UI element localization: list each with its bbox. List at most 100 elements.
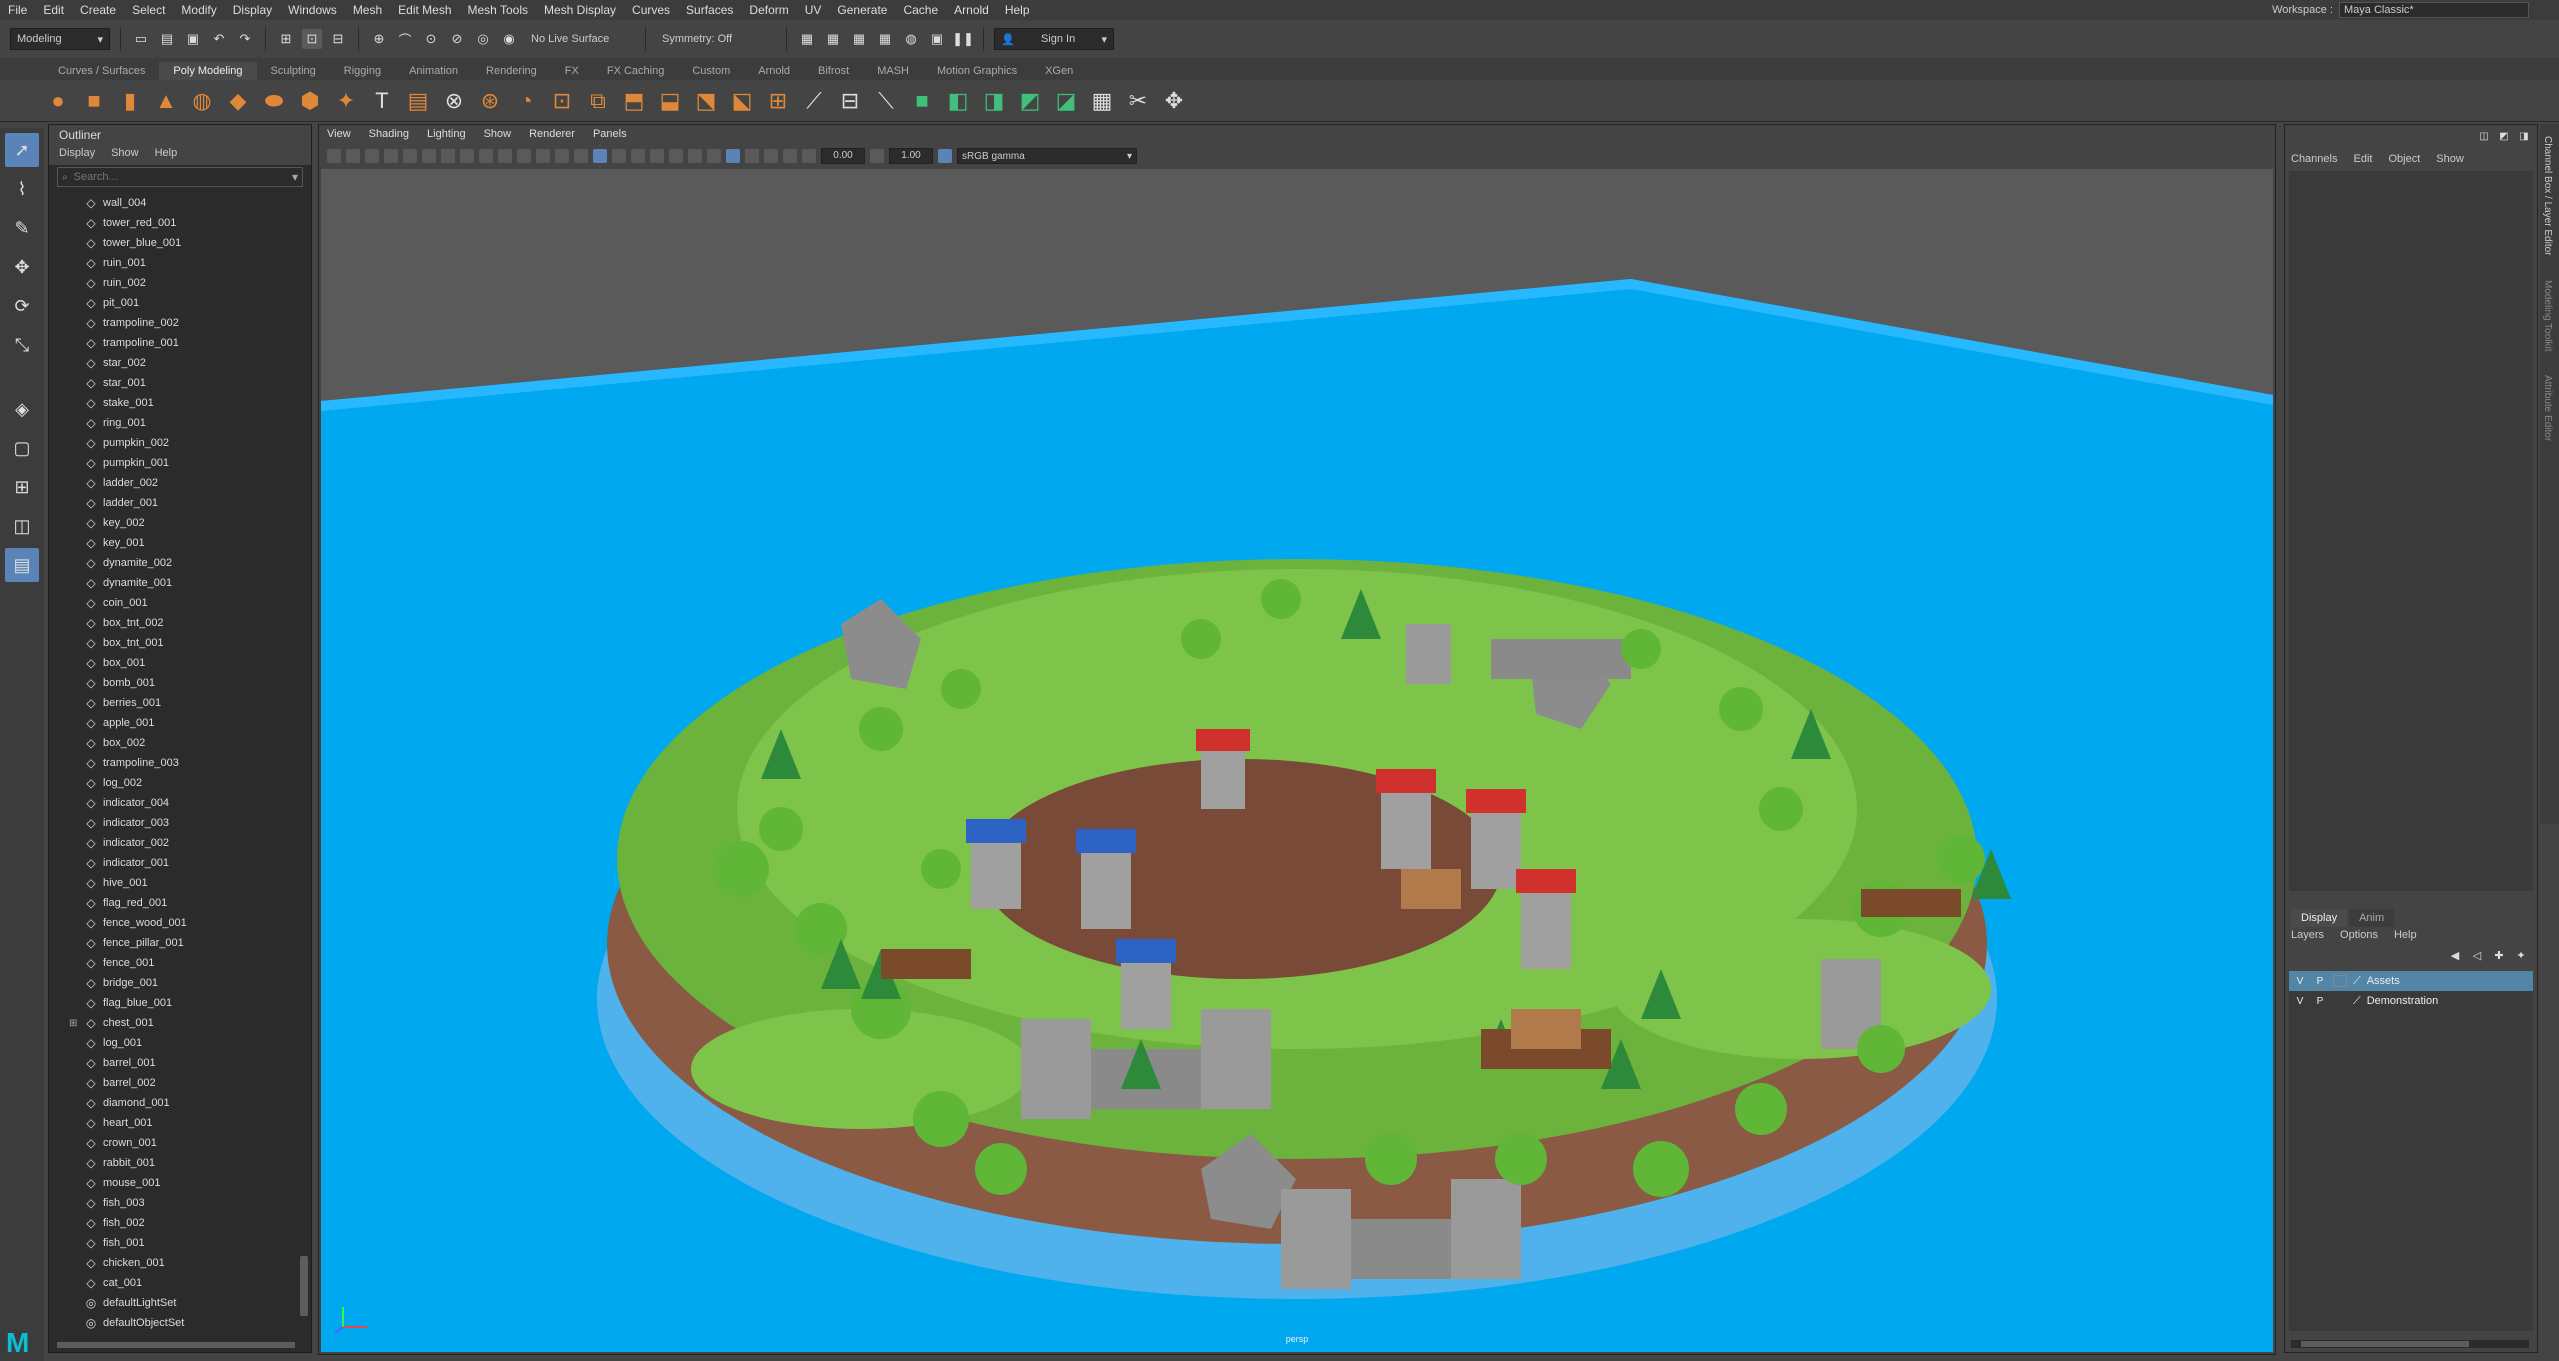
poly-plane-icon[interactable]: ◆ [224, 87, 252, 115]
render-settings-icon[interactable]: ▦ [875, 29, 895, 49]
tab-animation[interactable]: Animation [395, 62, 472, 80]
outliner-item[interactable]: ◇ rabbit_001 [49, 1153, 297, 1173]
tab-sculpting[interactable]: Sculpting [257, 62, 330, 80]
layer-color-swatch[interactable] [2333, 995, 2347, 1007]
menu-surfaces[interactable]: Surfaces [678, 3, 741, 17]
outliner-item[interactable]: ◇ berries_001 [49, 693, 297, 713]
viewport-menu-view[interactable]: View [327, 128, 351, 142]
spherical-uv-icon[interactable]: ◨ [980, 87, 1008, 115]
layer-menu-layers[interactable]: Layers [2291, 929, 2324, 941]
outliner-item[interactable]: ◇ pit_001 [49, 293, 297, 313]
save-scene-icon[interactable]: ▣ [183, 29, 203, 49]
insert-edge-loop-icon[interactable]: ⊟ [836, 87, 864, 115]
move-tool-icon[interactable]: ✥ [5, 250, 39, 284]
outliner-item[interactable]: ◇ pumpkin_002 [49, 433, 297, 453]
outliner-item[interactable]: ◇ key_002 [49, 513, 297, 533]
snap-curve-icon[interactable]: ⌒ [395, 29, 415, 49]
menu-edit[interactable]: Edit [35, 3, 72, 17]
menu-windows[interactable]: Windows [280, 3, 345, 17]
pause-icon[interactable]: ❚❚ [952, 29, 974, 49]
edit-layer-icon[interactable]: ⟋ [2353, 995, 2361, 1008]
channelbox-menu-channels[interactable]: Channels [2291, 153, 2337, 165]
2d-pan-zoom-icon[interactable] [403, 149, 417, 163]
append-polygon-icon[interactable]: ⊞ [764, 87, 792, 115]
layer-horizontal-scrollbar[interactable] [2291, 1340, 2529, 1348]
image-plane-icon[interactable] [384, 149, 398, 163]
tab-fx[interactable]: FX [551, 62, 593, 80]
poly-disc-icon[interactable]: ⬬ [260, 87, 288, 115]
expand-icon[interactable]: ⊞ [69, 1018, 79, 1029]
smooth-shade-icon[interactable] [593, 149, 607, 163]
outliner-item[interactable]: ◇ box_tnt_001 [49, 633, 297, 653]
planar-uv-icon[interactable]: ■ [908, 87, 936, 115]
safe-action-icon[interactable] [536, 149, 550, 163]
grid-icon[interactable] [441, 149, 455, 163]
lasso-tool-icon[interactable]: ⌇ [5, 172, 39, 206]
outliner-item[interactable]: ◇ mouse_001 [49, 1173, 297, 1193]
platonic-solid-icon[interactable]: ⬢ [296, 87, 324, 115]
tab-modeling-toolkit[interactable]: Modeling Toolkit [2540, 268, 2555, 364]
menu-curves[interactable]: Curves [624, 3, 678, 17]
undo-icon[interactable]: ↶ [209, 29, 229, 49]
menu-mesh-tools[interactable]: Mesh Tools [460, 3, 536, 17]
outliner-item[interactable]: ◇ box_tnt_002 [49, 613, 297, 633]
tab-rendering[interactable]: Rendering [472, 62, 551, 80]
snap-surface-icon[interactable]: ◎ [473, 29, 493, 49]
outliner-item[interactable]: ◇ stake_001 [49, 393, 297, 413]
outliner-item[interactable]: ◇ coin_001 [49, 593, 297, 613]
outliner-item[interactable]: ◇ star_001 [49, 373, 297, 393]
gamma-field[interactable]: 1.00 [889, 148, 933, 164]
outliner-layout-icon[interactable]: ▤ [5, 548, 39, 582]
default-material-icon[interactable] [612, 149, 626, 163]
tab-mash[interactable]: MASH [863, 62, 923, 80]
tab-motion-graphics[interactable]: Motion Graphics [923, 62, 1031, 80]
outliner-item[interactable]: ◇ indicator_003 [49, 813, 297, 833]
outliner-item[interactable]: ◇ box_001 [49, 653, 297, 673]
outliner-item[interactable]: ◇ indicator_001 [49, 853, 297, 873]
menu-deform[interactable]: Deform [741, 3, 796, 17]
outliner-item[interactable]: ◇ box_002 [49, 733, 297, 753]
isolate-select-icon[interactable] [764, 149, 778, 163]
quad-draw-icon[interactable]: ✥ [1160, 87, 1188, 115]
viewport-canvas[interactable]: persp [321, 169, 2273, 1352]
new-empty-layer-icon[interactable]: ✚ [2491, 947, 2507, 963]
scrollbar-thumb[interactable] [300, 1256, 308, 1316]
open-scene-icon[interactable]: ▤ [157, 29, 177, 49]
ambient-occlusion-icon[interactable] [688, 149, 702, 163]
anti-aliasing-icon[interactable] [726, 149, 740, 163]
depth-of-field-icon[interactable] [745, 149, 759, 163]
chevron-down-icon[interactable]: ▾ [292, 170, 298, 184]
channelbox-menu-edit[interactable]: Edit [2353, 153, 2372, 165]
outliner-horizontal-scrollbar[interactable] [57, 1340, 295, 1350]
outliner-item[interactable]: ◇ log_002 [49, 773, 297, 793]
paint-select-tool-icon[interactable]: ✎ [5, 211, 39, 245]
cylindrical-uv-icon[interactable]: ◧ [944, 87, 972, 115]
outliner-item[interactable]: ◇ tower_blue_001 [49, 233, 297, 253]
outliner-item[interactable]: ◇ barrel_001 [49, 1053, 297, 1073]
outliner-item[interactable]: ◇ heart_001 [49, 1113, 297, 1133]
separate-icon[interactable]: ⊛ [476, 87, 504, 115]
mode-dropdown[interactable]: Modeling ▾ [10, 28, 110, 50]
outliner-item[interactable]: ◇ crown_001 [49, 1133, 297, 1153]
menu-mesh[interactable]: Mesh [345, 3, 390, 17]
gamma-icon[interactable] [870, 149, 884, 163]
workspace-dropdown[interactable]: Maya Classic* [2339, 2, 2529, 18]
multi-cut-icon[interactable]: ⟋ [800, 87, 828, 115]
boolean-icon[interactable]: ⊡ [548, 87, 576, 115]
rotate-tool-icon[interactable]: ⟳ [5, 289, 39, 323]
outliner-item[interactable]: ◇ ladder_002 [49, 473, 297, 493]
single-perspective-layout-icon[interactable]: ▢ [5, 431, 39, 465]
outliner-item[interactable]: ◇ fence_pillar_001 [49, 933, 297, 953]
outliner-item[interactable]: ◇ indicator_004 [49, 793, 297, 813]
scrollbar-thumb[interactable] [57, 1342, 295, 1348]
outliner-item[interactable]: ◇ pumpkin_001 [49, 453, 297, 473]
outliner-menu-display[interactable]: Display [59, 147, 95, 163]
outliner-item[interactable]: ◇ ring_001 [49, 413, 297, 433]
layer-row[interactable]: V P ⟋ Assets [2289, 971, 2533, 991]
layer-playback-toggle[interactable]: P [2313, 996, 2327, 1007]
channelbox-menu-object[interactable]: Object [2388, 153, 2420, 165]
offset-edge-loop-icon[interactable]: ⟍ [872, 87, 900, 115]
bookmark-icon[interactable] [365, 149, 379, 163]
outliner-item[interactable]: ◇ flag_red_001 [49, 893, 297, 913]
exposure-field[interactable]: 0.00 [821, 148, 865, 164]
